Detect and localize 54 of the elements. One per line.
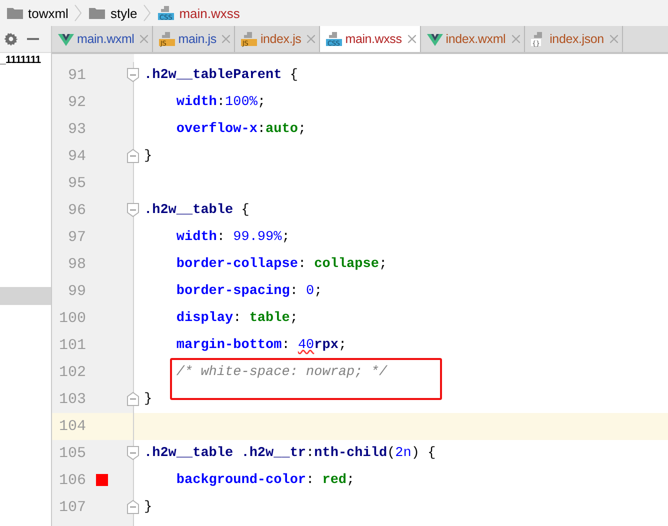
folder-icon [88, 5, 106, 21]
line-number: 97 [66, 229, 86, 246]
fold-icon[interactable] [127, 68, 139, 82]
breadcrumb-item[interactable]: towxml [4, 5, 70, 21]
code-line: } [144, 500, 152, 515]
code-line: overflow-x:auto; [175, 122, 306, 137]
code-line: .h2w__tableParent { [144, 68, 298, 83]
code-line: width:100%; [175, 95, 266, 110]
line-number: 101 [58, 337, 86, 354]
close-icon[interactable] [307, 35, 316, 43]
line-number: 106 [58, 472, 86, 489]
line-number: 93 [66, 121, 86, 138]
fold-icon[interactable] [127, 446, 139, 460]
line-number: 99 [66, 283, 86, 300]
close-icon[interactable] [610, 35, 618, 43]
code-line: width: 99.99%; [175, 230, 290, 245]
line-number: 95 [66, 175, 86, 192]
line-number: 92 [66, 94, 86, 111]
code-line: background-color: red; [175, 473, 355, 488]
code-line: margin-bottom: 40rpx; [175, 338, 347, 353]
close-icon[interactable] [222, 35, 230, 43]
code-line: border-spacing: 0; [175, 284, 322, 299]
line-number: 91 [66, 67, 86, 84]
line-number: 98 [66, 256, 86, 273]
close-icon[interactable] [140, 35, 148, 43]
folder-icon [6, 5, 24, 21]
vue-file-icon [57, 31, 75, 47]
line-number: 105 [58, 445, 86, 462]
code-line: .h2w__table { [144, 203, 250, 218]
close-icon[interactable] [512, 35, 520, 43]
breadcrumb-item[interactable]: style [86, 5, 140, 21]
line-number: 103 [58, 391, 86, 408]
close-icon[interactable] [408, 35, 416, 43]
line-number: 104 [58, 418, 86, 435]
line-number: 102 [58, 364, 86, 381]
line-number: 96 [66, 202, 86, 219]
chevron-icon [143, 4, 152, 22]
chevron-icon [74, 4, 82, 22]
code-line: display: table; [175, 311, 298, 326]
fold-icon[interactable] [127, 149, 139, 163]
fold-icon[interactable] [127, 392, 139, 406]
vue-file-icon [426, 31, 444, 47]
line-number: 100 [58, 310, 86, 327]
line-number: 107 [58, 499, 86, 516]
code-line: } [144, 392, 152, 407]
fold-icon[interactable] [127, 203, 139, 217]
code-line: .h2w__table .h2w__tr:nth-child(2n) { [144, 446, 436, 461]
code-line: /* white-space: nowrap; */ [175, 365, 388, 380]
code-line: border-collapse: collapse; [175, 257, 388, 272]
settings-icon[interactable] [4, 32, 18, 46]
tree-item[interactable]: _1111111 [0, 53, 51, 67]
code-line: } [144, 149, 152, 164]
fold-icon[interactable] [127, 500, 139, 514]
line-number: 94 [66, 148, 86, 165]
